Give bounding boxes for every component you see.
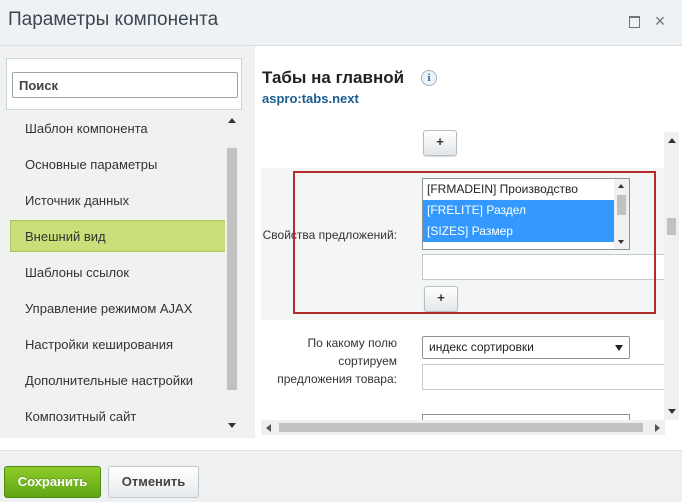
dialog-title: Параметры компонента [8,9,219,30]
scroll-thumb[interactable] [227,148,237,390]
sort-field-value: индекс сортировки [429,340,534,354]
properties-area: + Свойства предложений: [FRMADEIN] Произ… [261,120,665,420]
multiselect-option-selected[interactable]: [SIZES] Размер [423,221,614,242]
main-panel: Табы на главной i aspro:tabs.next + Свой… [255,46,682,438]
sort-field-input[interactable] [422,364,665,390]
properties-vertical-scrollbar[interactable] [664,132,679,420]
search-input[interactable] [12,72,238,98]
save-button[interactable]: Сохранить [4,466,101,498]
dialog-footer: Сохранить Отменить [0,450,682,502]
sidebar-item-additional[interactable]: Дополнительные настройки [10,364,226,396]
sidebar-item-appearance[interactable]: Внешний вид [10,220,226,252]
search-container [6,58,242,110]
offers-properties-multiselect[interactable]: [FRMADEIN] Производство [FRELITE] Раздел… [422,178,630,250]
scroll-up-icon[interactable] [228,118,236,123]
scroll-left-icon[interactable] [266,424,271,432]
add-value-button[interactable]: + [423,130,457,156]
dialog-titlebar: Параметры компонента × [0,0,682,46]
properties-horizontal-scrollbar[interactable] [261,420,665,435]
chevron-down-icon [615,345,623,351]
scroll-down-icon[interactable] [668,409,676,414]
sort-field-select[interactable]: индекс сортировки [422,336,630,359]
offers-properties-row: Свойства предложений: [FRMADEIN] Произво… [261,168,665,320]
scroll-up-icon[interactable] [668,138,676,143]
offers-properties-label: Свойства предложений: [262,228,397,242]
close-icon[interactable]: × [652,12,668,30]
component-code: aspro:tabs.next [262,91,359,106]
scroll-up-icon[interactable] [618,184,624,188]
add-offer-property-button[interactable]: + [424,286,458,312]
sidebar-item-composite[interactable]: Композитный сайт [10,400,226,432]
sidebar-item-cache[interactable]: Настройки кеширования [10,328,226,360]
sidebar-item-basic[interactable]: Основные параметры [10,148,226,180]
sidebar-item-datasource[interactable]: Источник данных [10,184,226,216]
maximize-icon[interactable] [626,13,642,29]
sidebar-item-ajax[interactable]: Управление режимом AJAX [10,292,226,324]
sidebar-item-url-templates[interactable]: Шаблоны ссылок [10,256,226,288]
sidebar-nav: Шаблон компонента Основные параметры Ист… [10,112,226,436]
scroll-down-icon[interactable] [228,423,236,428]
component-title: Табы на главной [262,68,405,87]
scroll-thumb[interactable] [279,423,643,432]
offers-properties-input[interactable] [422,254,665,280]
multiselect-scrollbar[interactable] [614,179,629,249]
sidebar-scrollbar[interactable] [225,112,239,434]
scroll-right-icon[interactable] [655,424,660,432]
cancel-button[interactable]: Отменить [108,466,199,498]
multiselect-option-selected[interactable]: [FRELITE] Раздел [423,200,614,221]
sidebar-item-template[interactable]: Шаблон компонента [10,112,226,144]
scroll-down-icon[interactable] [618,240,624,244]
sidebar: Шаблон компонента Основные параметры Ист… [0,46,255,438]
sort-field-label: По какому полю сортируем предложения тов… [277,336,397,386]
scroll-thumb[interactable] [617,195,626,215]
info-icon[interactable]: i [421,70,437,86]
multiselect-option[interactable]: [FRMADEIN] Производство [423,179,614,200]
scroll-thumb[interactable] [667,218,676,235]
